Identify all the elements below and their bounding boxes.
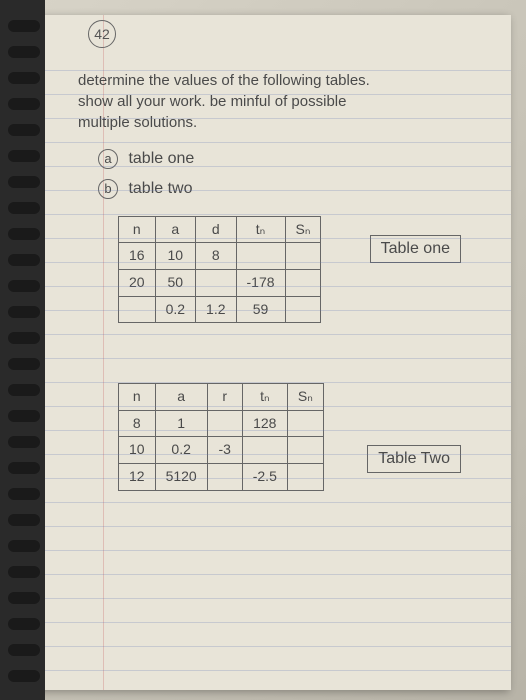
page-content: determine the values of the following ta… [78,70,481,491]
table-two-label: Table Two [367,445,461,473]
cell: 20 [119,269,156,296]
table-one-wrapper: n a d tₙ Sₙ 16 10 8 20 50 -178 [78,216,481,323]
cell: -178 [236,269,285,296]
cell [287,410,323,437]
cell: -3 [207,437,242,464]
instruction-line-1: determine the values of the following ta… [78,70,481,91]
page-number-circle: 42 [88,20,116,48]
cell [242,437,287,464]
item-a-text: table one [128,150,194,167]
table-row: 10 0.2 -3 [119,437,324,464]
cell: 128 [242,410,287,437]
cell: 0.2 [155,437,207,464]
table-two-wrapper: n a r tₙ Sₙ 8 1 128 10 0.2 -3 [78,383,481,490]
table-row: 12 5120 -2.5 [119,463,324,490]
cell [207,463,242,490]
cell [285,243,321,270]
cell [287,463,323,490]
cell: 8 [119,410,156,437]
table-two: n a r tₙ Sₙ 8 1 128 10 0.2 -3 [118,383,324,490]
cell [285,269,321,296]
cell: 5120 [155,463,207,490]
cell [207,410,242,437]
table-row: 16 10 8 [119,243,321,270]
notebook-paper: 42 determine the values of the following… [38,15,511,690]
cell: 12 [119,463,156,490]
page-number: 42 [94,26,110,42]
cell: -2.5 [242,463,287,490]
instruction-text: determine the values of the following ta… [78,70,481,133]
cell: 8 [196,243,236,270]
table-row: 20 50 -178 [119,269,321,296]
cell [196,269,236,296]
cell: 10 [155,243,195,270]
cell [287,437,323,464]
cell: 1 [155,410,207,437]
cell: 16 [119,243,156,270]
list-item-a: a table one [98,148,481,170]
table-row: 8 1 128 [119,410,324,437]
cell: 10 [119,437,156,464]
cell [236,243,285,270]
cell: 50 [155,269,195,296]
item-b-text: table two [128,180,192,197]
spiral-binding [0,0,45,700]
table-one-label: Table one [370,235,461,263]
instruction-line-3: multiple solutions. [78,112,481,133]
table-one: n a d tₙ Sₙ 16 10 8 20 50 -178 [118,216,321,323]
